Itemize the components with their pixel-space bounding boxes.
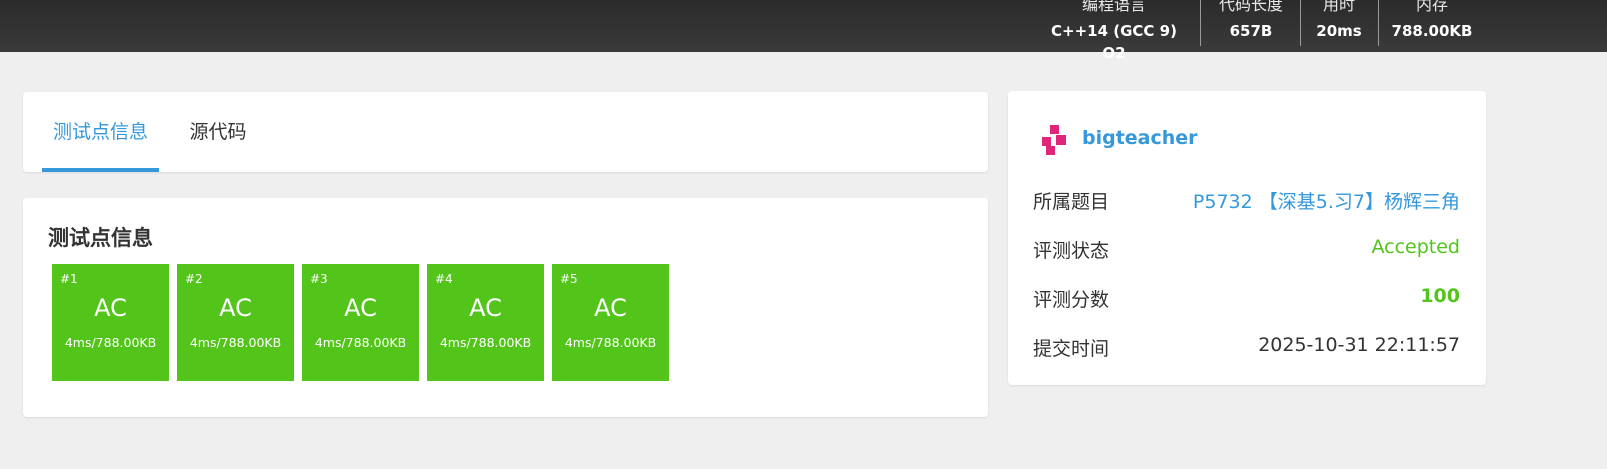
test-cases-title: 测试点信息	[48, 226, 153, 250]
stat-divider	[1300, 0, 1301, 46]
test-case-number: #4	[435, 272, 453, 286]
stat-divider	[1200, 0, 1201, 46]
stat-language: 编程语言 C++14 (GCC 9) O2	[1040, 0, 1188, 62]
test-case-number: #3	[310, 272, 328, 286]
test-case-info: 4ms/788.00KB	[439, 335, 532, 350]
submit-time-value: 2025-10-31 22:11:57	[1258, 334, 1460, 356]
submit-time-label: 提交时间	[1033, 338, 1110, 360]
test-case-status: AC	[219, 294, 252, 322]
status-label: 评测状态	[1033, 240, 1110, 262]
test-case-status: AC	[469, 294, 502, 322]
test-case-status: AC	[594, 294, 627, 322]
stat-code-length-label: 代码长度	[1218, 0, 1283, 14]
stat-divider	[1378, 0, 1379, 46]
stat-language-label: 编程语言	[1081, 0, 1146, 14]
score-label: 评测分数	[1033, 289, 1110, 311]
submission-info-card: bigteacher 所属题目 P5732 【深基5.习7】杨辉三角 评测状态 …	[1008, 91, 1486, 385]
test-case-tile[interactable]: #4 AC 4ms/788.00KB	[427, 264, 544, 381]
test-case-info: 4ms/788.00KB	[564, 335, 657, 350]
stat-time-value: 20ms	[1316, 22, 1362, 40]
score-value: 100	[1420, 285, 1460, 307]
problem-label: 所属题目	[1033, 191, 1110, 213]
tabs-card: 测试点信息 源代码	[23, 92, 988, 172]
test-case-info: 4ms/788.00KB	[189, 335, 282, 350]
test-cases-card: 测试点信息 #1 AC 4ms/788.00KB #2 AC 4ms/788.0…	[23, 198, 988, 417]
stat-memory-value: 788.00KB	[1391, 22, 1473, 40]
test-case-tile[interactable]: #1 AC 4ms/788.00KB	[52, 264, 169, 381]
top-stats-bar: 编程语言 C++14 (GCC 9) O2 代码长度 657B 用时 20ms …	[0, 0, 1607, 62]
test-case-tile[interactable]: #2 AC 4ms/788.00KB	[177, 264, 294, 381]
status-value: Accepted	[1371, 236, 1460, 258]
stat-code-length: 代码长度 657B	[1210, 0, 1292, 46]
test-case-tile[interactable]: #3 AC 4ms/788.00KB	[302, 264, 419, 381]
test-case-status: AC	[94, 294, 127, 322]
tab-source-code[interactable]: 源代码	[181, 92, 255, 172]
stat-time-label: 用时	[1322, 0, 1355, 14]
test-case-tile[interactable]: #5 AC 4ms/788.00KB	[552, 264, 669, 381]
stat-language-value: C++14 (GCC 9) O2	[1051, 22, 1177, 62]
test-case-info: 4ms/788.00KB	[314, 335, 407, 350]
problem-link[interactable]: P5732 【深基5.习7】杨辉三角	[1193, 187, 1460, 214]
test-case-number: #2	[185, 272, 203, 286]
tab-test-info[interactable]: 测试点信息	[42, 92, 159, 172]
stat-memory: 内存 788.00KB	[1386, 0, 1478, 46]
test-case-info: 4ms/788.00KB	[64, 335, 157, 350]
user-avatar-icon	[1042, 125, 1066, 155]
test-case-number: #1	[60, 272, 78, 286]
stat-code-length-value: 657B	[1229, 22, 1273, 40]
stat-memory-label: 内存	[1415, 0, 1448, 14]
stat-time: 用时 20ms	[1308, 0, 1370, 46]
username-link[interactable]: bigteacher	[1082, 127, 1198, 149]
test-case-number: #5	[560, 272, 578, 286]
test-case-status: AC	[344, 294, 377, 322]
